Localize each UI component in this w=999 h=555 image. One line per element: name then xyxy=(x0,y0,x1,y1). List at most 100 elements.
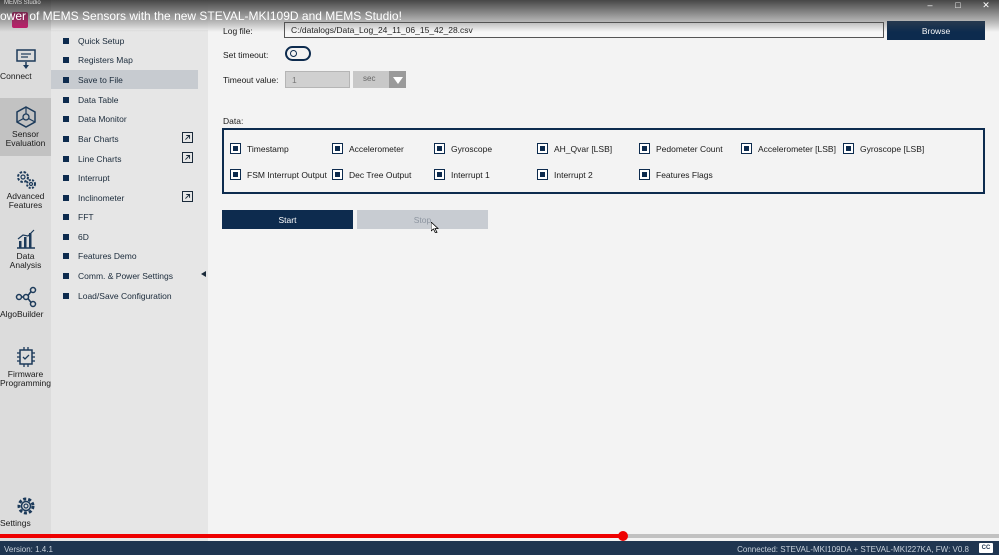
submenu-item-label: Bar Charts xyxy=(78,133,119,144)
data-label: Data: xyxy=(223,116,244,126)
collapse-submenu-icon[interactable] xyxy=(201,271,206,277)
submenu-item-data-table[interactable]: Data Table xyxy=(51,90,198,109)
status-bar: Version: 1.4.1 Connected: STEVAL-MKI109D… xyxy=(0,541,999,555)
submenu-item-label: Features Demo xyxy=(78,250,137,261)
sidebar-item-algobuilder[interactable]: AlgoBuilder xyxy=(0,286,51,326)
timeout-unit-select[interactable]: sec xyxy=(353,71,406,88)
submenu-item-label: Interrupt xyxy=(78,172,110,183)
checkbox-label: Pedometer Count xyxy=(656,143,723,154)
sidebar-item-firmware-programming[interactable]: Firmware Programming xyxy=(0,346,51,390)
set-timeout-label: Set timeout: xyxy=(223,50,269,60)
bullet-icon xyxy=(63,213,69,220)
dropdown-arrow-icon xyxy=(389,71,406,88)
closed-captions-icon[interactable]: CC xyxy=(979,543,993,553)
bullet-icon xyxy=(63,96,69,103)
sidebar-item-advanced-features[interactable]: Advanced Features xyxy=(0,168,51,212)
submenu-item-line-charts[interactable]: Line Charts xyxy=(51,149,198,168)
checkbox-checked-icon xyxy=(537,169,548,180)
bullet-icon xyxy=(63,155,69,162)
checkbox-fsm-interrupt-output[interactable]: FSM Interrupt Output xyxy=(230,169,327,180)
checkbox-label: Gyroscope xyxy=(451,143,493,154)
submenu-item-data-monitor[interactable]: Data Monitor xyxy=(51,109,198,128)
checkbox-accelerometer[interactable]: Accelerometer xyxy=(332,143,404,154)
video-title: ower of MEMS Sensors with the new STEVAL… xyxy=(0,9,402,23)
checkbox-gyroscope[interactable]: Gyroscope xyxy=(434,143,492,154)
checkbox-accelerometer-lsb[interactable]: Accelerometer [LSB] xyxy=(741,143,836,154)
video-title-bar: MEMS Studio ower of MEMS Sensors with th… xyxy=(0,0,999,32)
sidebar-item-label: Settings xyxy=(0,518,31,528)
set-timeout-toggle[interactable] xyxy=(285,46,311,61)
bullet-icon xyxy=(63,76,69,83)
submenu-item-save-to-file[interactable]: Save to File xyxy=(51,70,198,89)
sidebar-item-connect[interactable]: Connect xyxy=(0,48,51,90)
checkbox-checked-icon xyxy=(230,169,241,180)
version-text: Version: 1.4.1 xyxy=(4,545,53,554)
timeout-value-label: Timeout value: xyxy=(223,75,279,85)
submenu-item-registers-map[interactable]: Registers Map xyxy=(51,50,198,69)
submenu-item-label: Inclinometer xyxy=(78,192,125,203)
checkbox-checked-icon xyxy=(843,143,854,154)
gears-icon xyxy=(16,171,36,189)
checkbox-interrupt-1[interactable]: Interrupt 1 xyxy=(434,169,490,180)
mouse-pointer-icon xyxy=(431,222,439,233)
close-icon[interactable]: ✕ xyxy=(979,0,993,11)
app-window-title: MEMS Studio xyxy=(4,0,41,6)
checkbox-gyroscope-lsb[interactable]: Gyroscope [LSB] xyxy=(843,143,924,154)
checkbox-dec-tree-output[interactable]: Dec Tree Output xyxy=(332,169,411,180)
bullet-icon xyxy=(63,135,69,142)
sidebar-item-label: Data Analysis xyxy=(9,251,42,270)
chart-icon xyxy=(16,229,35,249)
checkbox-label: Accelerometer xyxy=(349,143,404,154)
checkbox-label: Accelerometer [LSB] xyxy=(758,143,836,154)
submenu-item-6d[interactable]: 6D xyxy=(51,227,198,246)
submenu-item-bar-charts[interactable]: Bar Charts xyxy=(51,129,198,148)
sidebar-item-data-analysis[interactable]: Data Analysis xyxy=(0,228,51,272)
checkbox-label: AH_Qvar [LSB] xyxy=(554,143,613,154)
maximize-icon[interactable]: □ xyxy=(951,0,965,11)
connection-status: Connected: STEVAL-MKI109DA + STEVAL-MKI2… xyxy=(737,545,969,554)
checkbox-timestamp[interactable]: Timestamp xyxy=(230,143,289,154)
submenu-item-features-demo[interactable]: Features Demo xyxy=(51,246,198,265)
submenu-item-label: Quick Setup xyxy=(78,35,125,46)
open-external-icon[interactable] xyxy=(182,132,193,143)
bullet-icon xyxy=(63,56,69,63)
sensor-evaluation-icon xyxy=(15,106,36,128)
bullet-icon xyxy=(63,174,69,181)
checkbox-checked-icon xyxy=(332,169,343,180)
connect-icon xyxy=(15,49,36,69)
window-controls: – □ ✕ xyxy=(923,0,993,11)
checkbox-features-flags[interactable]: Features Flags xyxy=(639,169,713,180)
stop-button[interactable]: Stop xyxy=(357,210,488,229)
submenu-item-load-save-configuration[interactable]: Load/Save Configuration xyxy=(51,286,198,305)
submenu-item-label: Load/Save Configuration xyxy=(78,290,172,301)
submenu-item-label: Data Table xyxy=(78,94,119,105)
submenu-item-label: Registers Map xyxy=(78,54,133,65)
checkbox-checked-icon xyxy=(434,143,445,154)
minimize-icon[interactable]: – xyxy=(923,0,937,11)
checkbox-checked-icon xyxy=(741,143,752,154)
open-external-icon[interactable] xyxy=(182,152,193,163)
checkbox-checked-icon xyxy=(230,143,241,154)
checkbox-interrupt-2[interactable]: Interrupt 2 xyxy=(537,169,593,180)
submenu-item-comm-power-settings[interactable]: Comm. & Power Settings xyxy=(51,266,198,285)
checkbox-checked-icon xyxy=(639,143,650,154)
open-external-icon[interactable] xyxy=(182,191,193,202)
checkbox-label: Features Flags xyxy=(656,169,713,180)
checkbox-checked-icon xyxy=(639,169,650,180)
sidebar-item-sensor-evaluation[interactable]: Sensor Evaluation xyxy=(0,98,51,156)
checkbox-ah-qvar[interactable]: AH_Qvar [LSB] xyxy=(537,143,612,154)
start-button[interactable]: Start xyxy=(222,210,353,229)
submenu-item-fft[interactable]: FFT xyxy=(51,207,198,226)
submenu-item-label: FFT xyxy=(78,211,94,222)
sidebar-item-label: AlgoBuilder xyxy=(0,309,44,319)
video-progress-fill xyxy=(0,534,624,538)
submenu-item-quick-setup[interactable]: Quick Setup xyxy=(51,31,198,50)
submenu-item-inclinometer[interactable]: Inclinometer xyxy=(51,188,198,207)
submenu-item-label: Line Charts xyxy=(78,153,122,164)
submenu-item-interrupt[interactable]: Interrupt xyxy=(51,168,198,187)
submenu-item-label: Data Monitor xyxy=(78,113,127,124)
sidebar-item-label: Advanced Features xyxy=(6,191,45,210)
checkbox-pedometer-count[interactable]: Pedometer Count xyxy=(639,143,723,154)
timeout-value-input[interactable]: 1 xyxy=(285,71,350,88)
sidebar-item-settings[interactable]: Settings xyxy=(0,495,51,535)
